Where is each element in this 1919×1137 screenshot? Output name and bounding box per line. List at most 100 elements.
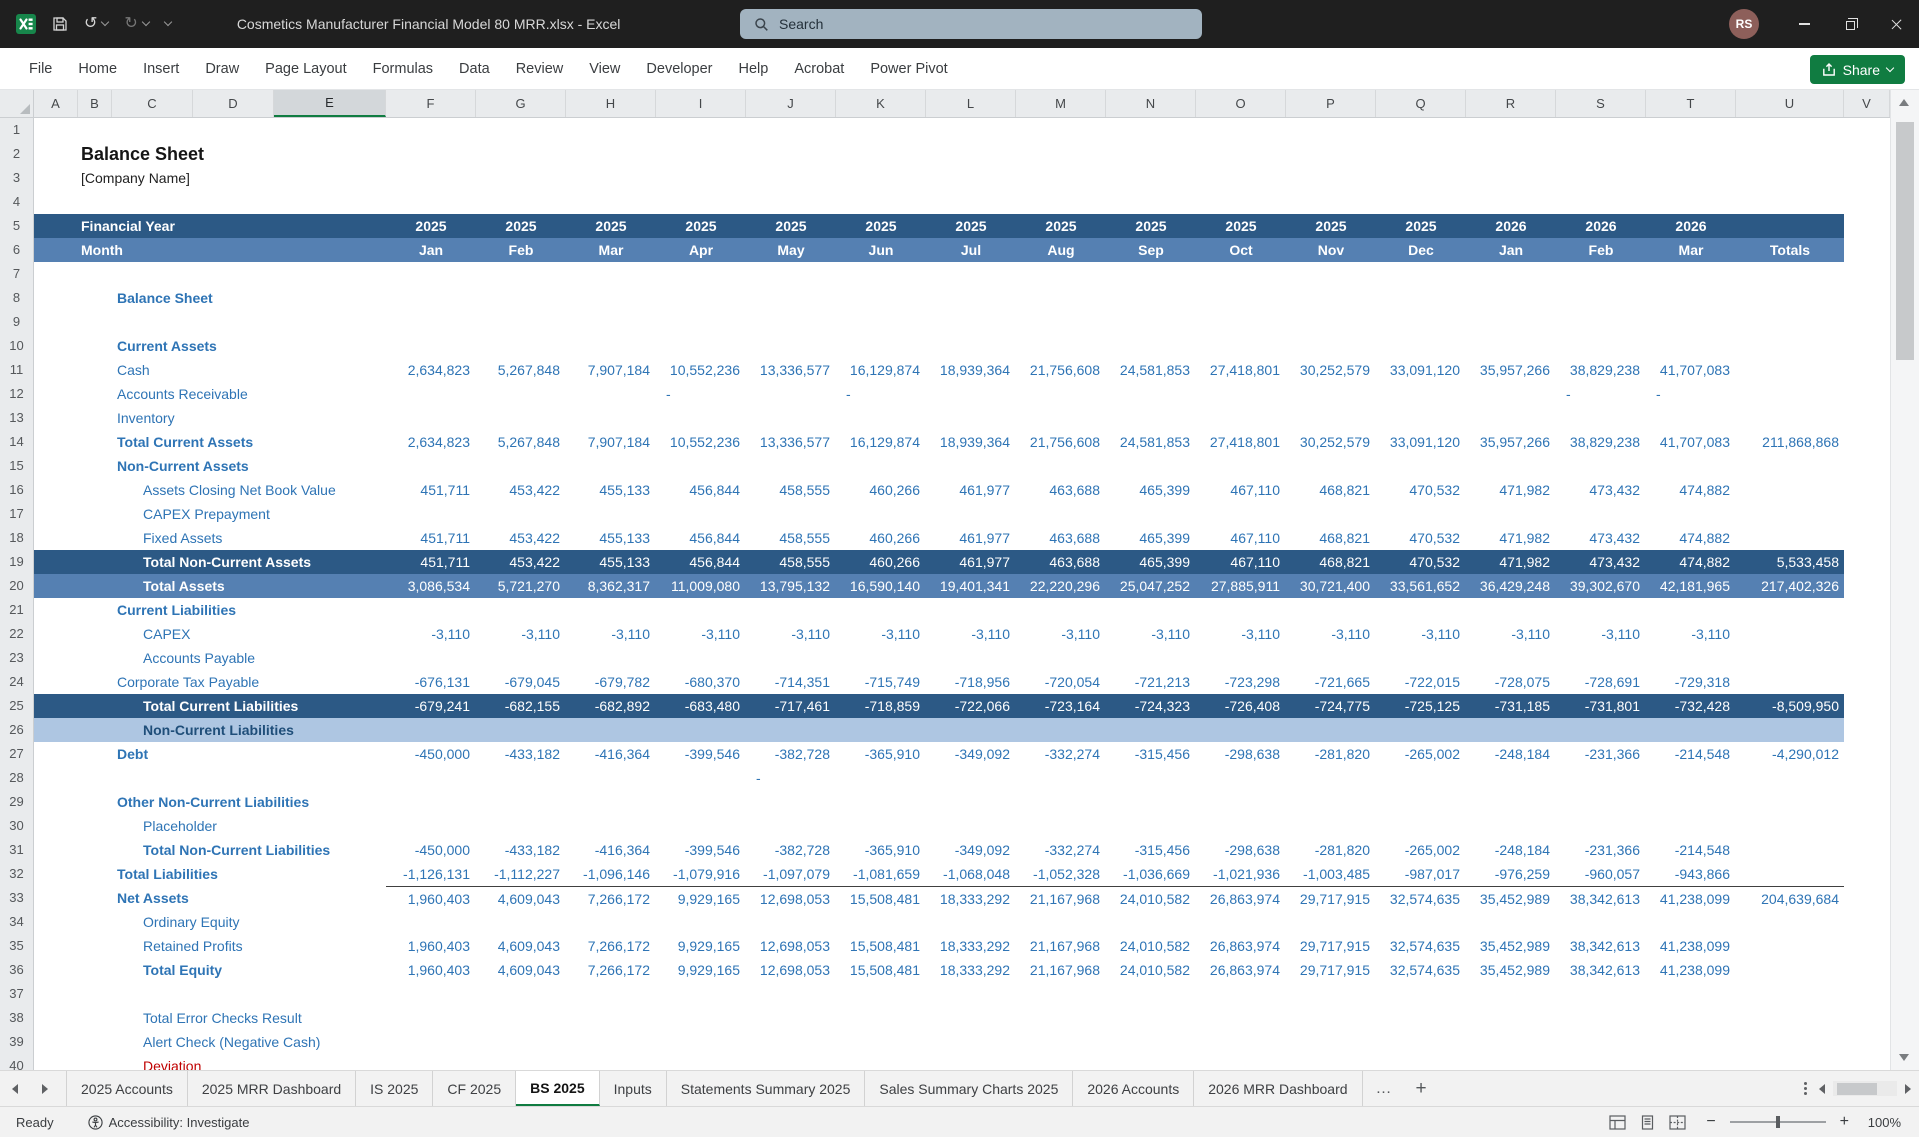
cell-r6-c1[interactable]: Jan (386, 238, 476, 262)
row-header-24[interactable]: 24 (0, 670, 34, 694)
cell-r26-c4[interactable] (656, 718, 746, 742)
cell-r18-c8[interactable]: 463,688 (1016, 526, 1106, 550)
cell-r12-total[interactable] (1736, 382, 1844, 406)
cell-r23-colV[interactable] (1844, 646, 1890, 670)
cell-r27-c6[interactable]: -365,910 (836, 742, 926, 766)
cell-r24-c15[interactable]: -729,318 (1646, 670, 1736, 694)
cell-r33-c10[interactable]: 26,863,974 (1196, 886, 1286, 910)
cell-r25-c5[interactable]: -717,461 (746, 694, 836, 718)
cell-r14-c2[interactable]: 5,267,848 (476, 430, 566, 454)
cell-r2-c12[interactable] (1376, 142, 1466, 166)
menu-tab-data[interactable]: Data (446, 48, 503, 89)
cell-r37-c11[interactable] (1286, 982, 1376, 1006)
cell-label-r11[interactable]: Cash (34, 358, 386, 382)
cell-r8-c12[interactable] (1376, 286, 1466, 310)
cell-r1-c9[interactable] (1106, 118, 1196, 142)
cell-r35-c1[interactable]: 1,960,403 (386, 934, 476, 958)
row-header-8[interactable]: 8 (0, 286, 34, 310)
cell-r34-c13[interactable] (1466, 910, 1556, 934)
row-header-27[interactable]: 27 (0, 742, 34, 766)
cell-r28-c12[interactable] (1376, 766, 1466, 790)
page-layout-view-icon[interactable] (1640, 1114, 1655, 1130)
cell-r5-c15[interactable]: 2026 (1646, 214, 1736, 238)
cell-r33-c5[interactable]: 12,698,053 (746, 886, 836, 910)
cell-r16-colV[interactable] (1844, 478, 1890, 502)
cell-r19-total[interactable]: 5,533,458 (1736, 550, 1844, 574)
cell-r7-c9[interactable] (1106, 262, 1196, 286)
cell-r18-total[interactable] (1736, 526, 1844, 550)
cell-r26-c3[interactable] (566, 718, 656, 742)
cell-r21-c4[interactable] (656, 598, 746, 622)
cell-r9-c15[interactable] (1646, 310, 1736, 334)
cell-r12-c6[interactable]: - (836, 382, 926, 406)
row-header-12[interactable]: 12 (0, 382, 34, 406)
cell-r14-c10[interactable]: 27,418,801 (1196, 430, 1286, 454)
cell-r6-c15[interactable]: Mar (1646, 238, 1736, 262)
cell-r7-c7[interactable] (926, 262, 1016, 286)
page-break-view-icon[interactable] (1669, 1114, 1686, 1130)
cell-r39-total[interactable] (1736, 1030, 1844, 1054)
cell-label-r6[interactable]: Month (34, 238, 386, 262)
cell-r2-c13[interactable] (1466, 142, 1556, 166)
column-header-R[interactable]: R (1466, 90, 1556, 117)
cell-r25-c12[interactable]: -725,125 (1376, 694, 1466, 718)
cell-r18-c13[interactable]: 471,982 (1466, 526, 1556, 550)
cell-r34-colV[interactable] (1844, 910, 1890, 934)
cell-r11-c13[interactable]: 35,957,266 (1466, 358, 1556, 382)
cell-r25-c10[interactable]: -726,408 (1196, 694, 1286, 718)
sheet-tab-inputs[interactable]: Inputs (600, 1071, 667, 1106)
cell-r35-c14[interactable]: 38,342,613 (1556, 934, 1646, 958)
cell-r22-c4[interactable]: -3,110 (656, 622, 746, 646)
cell-r18-c12[interactable]: 470,532 (1376, 526, 1466, 550)
horizontal-scroll-thumb[interactable] (1837, 1082, 1877, 1095)
cell-label-r21[interactable]: Current Liabilities (34, 598, 386, 622)
cell-r14-c15[interactable]: 41,707,083 (1646, 430, 1736, 454)
cell-r20-c15[interactable]: 42,181,965 (1646, 574, 1736, 598)
cell-r17-c3[interactable] (566, 502, 656, 526)
cell-r19-c11[interactable]: 468,821 (1286, 550, 1376, 574)
cell-r16-c9[interactable]: 465,399 (1106, 478, 1196, 502)
cell-r35-c8[interactable]: 21,167,968 (1016, 934, 1106, 958)
cell-r30-c5[interactable] (746, 814, 836, 838)
cell-r16-c1[interactable]: 451,711 (386, 478, 476, 502)
cell-r36-c10[interactable]: 26,863,974 (1196, 958, 1286, 982)
cell-r23-c15[interactable] (1646, 646, 1736, 670)
row-header-18[interactable]: 18 (0, 526, 34, 550)
cell-label-r39[interactable]: Alert Check (Negative Cash) (34, 1030, 386, 1054)
cell-r28-colV[interactable] (1844, 766, 1890, 790)
column-header-T[interactable]: T (1646, 90, 1736, 117)
cell-label-r33[interactable]: Net Assets (34, 886, 386, 910)
cell-r14-c14[interactable]: 38,829,238 (1556, 430, 1646, 454)
cell-r31-c13[interactable]: -248,184 (1466, 838, 1556, 862)
cell-r40-c15[interactable] (1646, 1054, 1736, 1070)
cell-r31-total[interactable] (1736, 838, 1844, 862)
cell-r11-c9[interactable]: 24,581,853 (1106, 358, 1196, 382)
cell-r39-c4[interactable] (656, 1030, 746, 1054)
cell-label-r10[interactable]: Current Assets (34, 334, 386, 358)
cell-r19-c12[interactable]: 470,532 (1376, 550, 1466, 574)
cell-r16-c5[interactable]: 458,555 (746, 478, 836, 502)
cell-r9-c3[interactable] (566, 310, 656, 334)
cell-r15-c4[interactable] (656, 454, 746, 478)
cell-r2-c14[interactable] (1556, 142, 1646, 166)
cell-r38-c8[interactable] (1016, 1006, 1106, 1030)
cell-r22-c5[interactable]: -3,110 (746, 622, 836, 646)
cell-r37-c9[interactable] (1106, 982, 1196, 1006)
cell-r24-c11[interactable]: -721,665 (1286, 670, 1376, 694)
cell-r38-c7[interactable] (926, 1006, 1016, 1030)
cell-r29-c11[interactable] (1286, 790, 1376, 814)
row-header-17[interactable]: 17 (0, 502, 34, 526)
cell-r6-total[interactable]: Totals (1736, 238, 1844, 262)
cell-r21-total[interactable] (1736, 598, 1844, 622)
cell-r15-c2[interactable] (476, 454, 566, 478)
cell-r9-c6[interactable] (836, 310, 926, 334)
cell-r13-c4[interactable] (656, 406, 746, 430)
cell-r3-total[interactable] (1736, 166, 1844, 190)
cell-r20-c3[interactable]: 8,362,317 (566, 574, 656, 598)
cell-r16-c15[interactable]: 474,882 (1646, 478, 1736, 502)
cell-label-r16[interactable]: Assets Closing Net Book Value (34, 478, 386, 502)
cell-r13-colV[interactable] (1844, 406, 1890, 430)
cell-r23-c13[interactable] (1466, 646, 1556, 670)
cell-r27-c15[interactable]: -214,548 (1646, 742, 1736, 766)
cell-r35-c4[interactable]: 9,929,165 (656, 934, 746, 958)
